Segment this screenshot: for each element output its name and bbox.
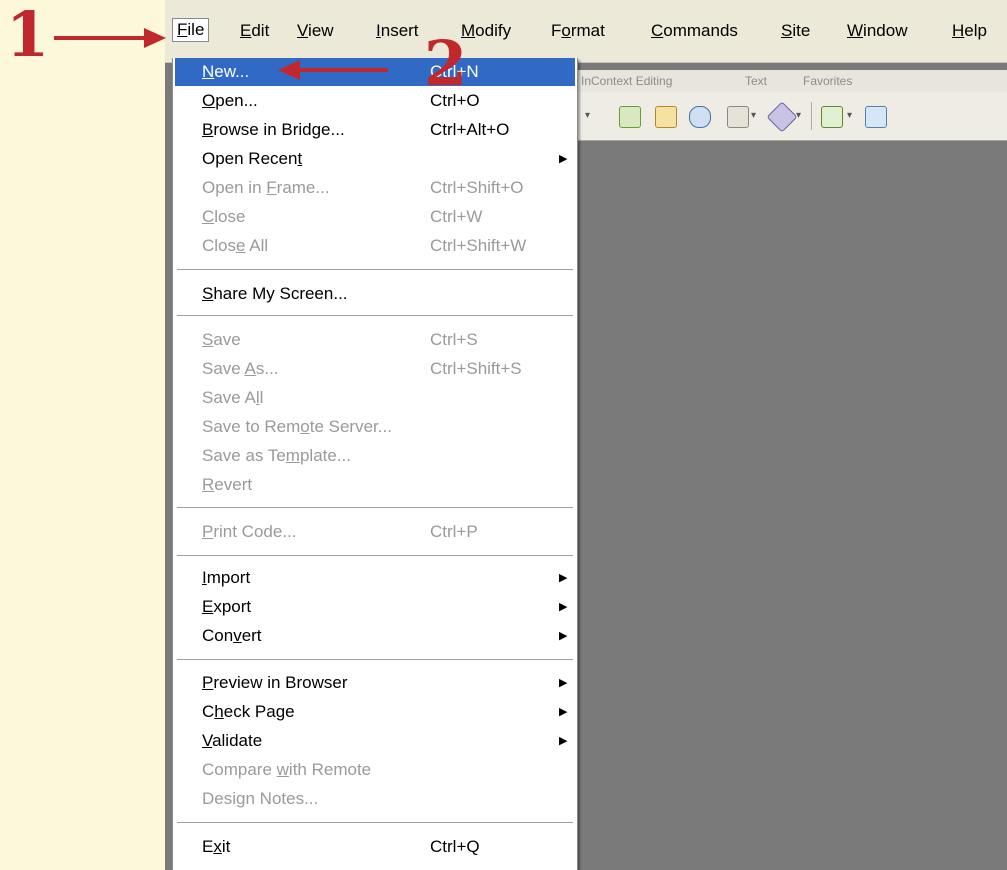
menu-separator: [177, 659, 573, 661]
menu-edit[interactable]: Edit: [236, 20, 273, 42]
menu-separator: [177, 269, 573, 271]
submenu-arrow-icon: ▶: [559, 153, 568, 165]
step-2-arrow-icon: [278, 60, 388, 80]
step-1-number: 1: [6, 0, 50, 71]
menu-item-close-all[interactable]: Close All Ctrl+Shift+W: [175, 232, 575, 260]
menu-item-open-in-frame[interactable]: Open in Frame... Ctrl+Shift+O: [175, 174, 575, 202]
shortcut-text: Ctrl+W: [430, 207, 483, 226]
file-menu-dropdown: New... Ctrl+N Open... Ctrl+O Browse in Bri…: [172, 58, 578, 870]
menu-item-close[interactable]: Close Ctrl+W: [175, 203, 575, 231]
menu-item-convert[interactable]: Convert ▶: [175, 622, 575, 650]
submenu-arrow-icon: ▶: [559, 601, 568, 613]
date-icon[interactable]: [619, 106, 641, 128]
submenu-arrow-icon: ▶: [559, 677, 568, 689]
shortcut-text: Ctrl+P: [430, 522, 478, 541]
chevron-down-icon[interactable]: ▾: [796, 110, 801, 121]
menu-item-save-to-remote-server[interactable]: Save to Remote Server...: [175, 413, 575, 441]
shortcut-text: Ctrl+S: [430, 330, 478, 349]
menu-bar: File Edit View Insert Modify Format Comm…: [165, 0, 1007, 63]
dreamweaver-window: File Edit View Insert Modify Format Comm…: [165, 0, 1007, 870]
shortcut-text: Ctrl+Alt+O: [430, 120, 510, 139]
menu-item-compare-with-remote[interactable]: Compare with Remote: [175, 756, 575, 784]
submenu-arrow-icon: ▶: [559, 735, 568, 747]
menu-window[interactable]: Window: [843, 20, 911, 42]
menu-help[interactable]: Help: [948, 20, 991, 42]
chevron-down-icon[interactable]: ▾: [585, 110, 590, 121]
menu-item-open[interactable]: Open... Ctrl+O: [175, 87, 575, 115]
tab-incontext-editing[interactable]: InContext Editing: [581, 73, 672, 89]
menu-separator: [177, 822, 573, 824]
script-icon[interactable]: [766, 101, 798, 133]
menu-view[interactable]: View: [293, 20, 338, 42]
menu-item-import[interactable]: Import ▶: [175, 564, 575, 592]
menu-separator: [177, 555, 573, 557]
shortcut-text: Ctrl+Shift+O: [430, 178, 524, 197]
menu-item-save[interactable]: Save Ctrl+S: [175, 326, 575, 354]
menu-format[interactable]: Format: [547, 20, 609, 42]
submenu-arrow-icon: ▶: [559, 706, 568, 718]
menu-item-validate[interactable]: Validate ▶: [175, 727, 575, 755]
head-tags-icon[interactable]: [727, 106, 749, 128]
menu-item-exit[interactable]: Exit Ctrl+Q: [175, 833, 575, 861]
server-side-include-icon[interactable]: [655, 106, 677, 128]
menu-item-revert[interactable]: Revert: [175, 471, 575, 499]
menu-item-export[interactable]: Export ▶: [175, 593, 575, 621]
insert-bar-tabs: InContext Editing Text Favorites: [575, 70, 1007, 93]
menu-item-save-all[interactable]: Save All: [175, 384, 575, 412]
toolbar-separator: [811, 102, 812, 130]
menu-file[interactable]: File: [172, 18, 210, 42]
menu-item-preview-in-browser[interactable]: Preview in Browser ▶: [175, 669, 575, 697]
chevron-down-icon[interactable]: ▾: [847, 110, 852, 121]
menu-item-share-my-screen[interactable]: Share My Screen...: [175, 280, 575, 308]
step-1-arrow-icon: [54, 28, 166, 48]
menu-separator: [177, 315, 573, 317]
menu-item-browse-in-bridge[interactable]: Browse in Bridge... Ctrl+Alt+O: [175, 116, 575, 144]
menu-item-design-notes[interactable]: Design Notes...: [175, 785, 575, 813]
menu-separator: [177, 507, 573, 509]
shortcut-text: Ctrl+Q: [430, 837, 480, 856]
menu-item-check-page[interactable]: Check Page ▶: [175, 698, 575, 726]
menu-item-print-code[interactable]: Print Code... Ctrl+P: [175, 518, 575, 546]
shortcut-text: Ctrl+Shift+S: [430, 359, 522, 378]
insert-toolbar: ▾ ▾ ▾ ▾: [575, 92, 1007, 141]
templates-icon[interactable]: [821, 106, 843, 128]
menu-item-save-as[interactable]: Save As... Ctrl+Shift+S: [175, 355, 575, 383]
tag-chooser-icon[interactable]: [865, 106, 887, 128]
comment-icon[interactable]: [689, 106, 711, 128]
tab-favorites[interactable]: Favorites: [803, 73, 852, 89]
menu-site[interactable]: Site: [777, 20, 814, 42]
menu-item-save-as-template[interactable]: Save as Template...: [175, 442, 575, 470]
submenu-arrow-icon: ▶: [559, 630, 568, 642]
tab-text[interactable]: Text: [745, 73, 767, 89]
menu-commands[interactable]: Commands: [647, 20, 742, 42]
submenu-arrow-icon: ▶: [559, 572, 568, 584]
menu-item-open-recent[interactable]: Open Recent ▶: [175, 145, 575, 173]
menu-insert[interactable]: Insert: [372, 20, 423, 42]
chevron-down-icon[interactable]: ▾: [751, 110, 756, 121]
shortcut-text: Ctrl+Shift+W: [430, 236, 527, 255]
step-2-number: 2: [424, 27, 468, 100]
